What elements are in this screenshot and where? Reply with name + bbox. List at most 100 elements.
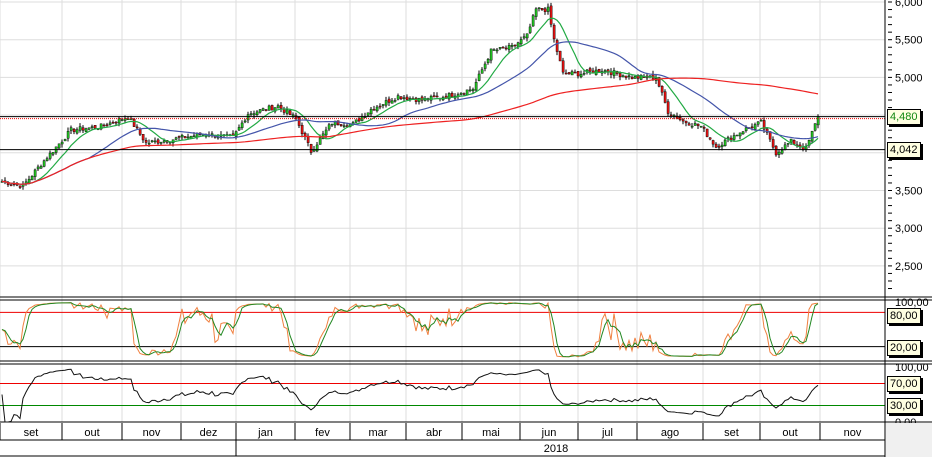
candle	[489, 48, 493, 61]
candle	[477, 73, 481, 81]
candle	[744, 127, 748, 131]
candle	[66, 131, 70, 139]
candle	[276, 105, 280, 109]
price-tick-label: 5,000	[895, 72, 923, 84]
candle	[105, 124, 109, 126]
candle	[288, 110, 292, 116]
month-label: fev	[315, 427, 330, 439]
candle	[261, 108, 265, 111]
month-label: out	[84, 427, 99, 439]
candle	[555, 40, 559, 52]
candle	[30, 175, 34, 181]
candle	[450, 93, 454, 97]
candle	[492, 49, 496, 51]
candle	[558, 50, 562, 62]
candle	[783, 144, 787, 150]
stock-chart[interactable]: 6,000 5,500 5,000 3,500 3,000 2,500 100,00 100,…	[0, 0, 932, 457]
candle	[495, 49, 499, 52]
candle	[15, 184, 19, 186]
candle	[435, 95, 439, 98]
candle	[738, 132, 742, 137]
candle	[162, 140, 166, 143]
candle	[156, 139, 160, 144]
stoch-d-line	[1, 302, 819, 358]
candle	[513, 44, 517, 47]
candle	[771, 139, 775, 148]
candle	[618, 73, 622, 78]
candle	[630, 76, 634, 80]
candle	[702, 127, 706, 129]
price-tick-label: 5,500	[895, 35, 923, 47]
candle	[102, 124, 106, 127]
candle	[150, 140, 154, 142]
candle	[81, 127, 85, 131]
candle	[501, 46, 505, 49]
candle	[48, 152, 52, 159]
candle	[36, 166, 40, 170]
candle	[711, 140, 715, 145]
candle	[588, 68, 592, 72]
candle	[741, 131, 745, 135]
candle	[78, 126, 82, 131]
candle	[429, 96, 433, 101]
price-tick-label: 2,500	[895, 261, 923, 273]
candle	[780, 150, 784, 154]
price-tick-label: 6,000	[895, 0, 923, 9]
candle	[669, 114, 673, 116]
chart-canvas[interactable]: 6,0005,5005,0003,5003,0002,500100,00100,…	[0, 0, 932, 457]
candle	[318, 137, 322, 145]
candle	[114, 121, 118, 124]
candle	[603, 70, 607, 72]
candle	[705, 128, 709, 137]
candle	[252, 113, 256, 116]
candle	[753, 124, 757, 130]
candle	[624, 75, 628, 78]
candle	[537, 7, 541, 10]
month-label: dez	[200, 427, 218, 439]
candle	[531, 15, 535, 27]
candle	[465, 89, 469, 95]
candle	[735, 134, 739, 137]
candle	[18, 185, 22, 188]
candle	[723, 139, 727, 147]
candle	[87, 127, 91, 130]
rsi-line	[1, 368, 819, 423]
candle	[384, 100, 388, 106]
candle	[507, 45, 511, 50]
month-label: jun	[541, 427, 557, 439]
candle	[93, 125, 97, 129]
month-label: set	[724, 427, 739, 439]
price-tick-label: 3,500	[895, 186, 923, 198]
candle	[774, 145, 778, 156]
candle	[186, 136, 190, 139]
candle	[627, 75, 631, 78]
stoch-k-line	[1, 301, 819, 358]
candle	[579, 74, 583, 78]
stoch-level-20: 20,00	[887, 340, 921, 356]
candle	[459, 92, 463, 95]
candle	[342, 125, 346, 127]
candle	[369, 108, 373, 115]
candle	[732, 135, 736, 140]
candle	[255, 111, 259, 115]
candle	[9, 184, 13, 186]
candle	[684, 120, 688, 124]
candle	[270, 105, 274, 111]
candle	[486, 59, 490, 63]
candle	[660, 86, 664, 93]
candle	[57, 143, 61, 149]
candle	[666, 101, 670, 114]
candle	[366, 112, 370, 116]
candle	[483, 63, 487, 69]
candle	[237, 127, 241, 131]
candle	[372, 109, 376, 111]
candle	[396, 95, 400, 100]
candle	[267, 105, 271, 111]
candle	[84, 128, 88, 132]
candle	[108, 122, 112, 125]
candle	[177, 136, 181, 138]
candle	[336, 120, 340, 126]
candle	[180, 135, 184, 138]
month-label: jan	[257, 427, 273, 439]
candle	[141, 134, 145, 141]
